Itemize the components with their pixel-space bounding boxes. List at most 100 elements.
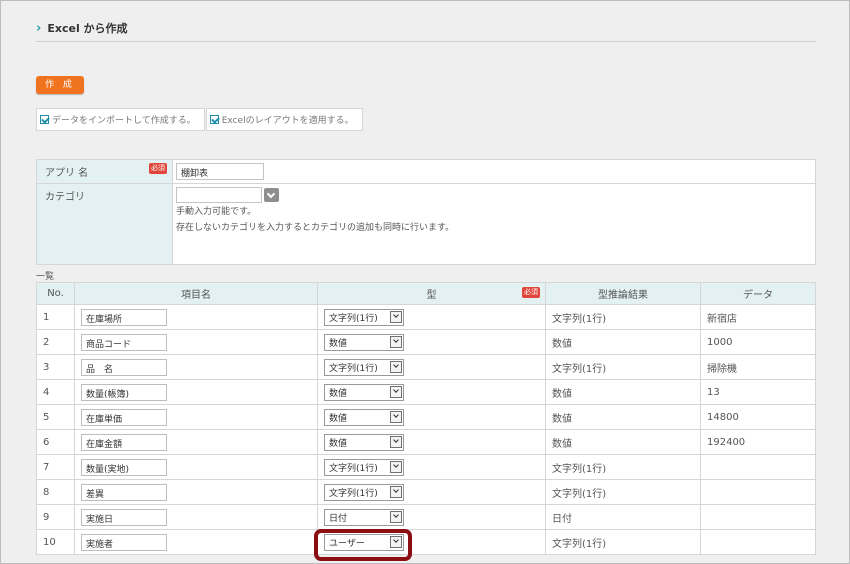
table-row: 4 数量(帳簿) 数値 数値 13 <box>36 379 816 405</box>
type-select[interactable]: 文字列(1行) <box>324 483 404 501</box>
row-type-cell: ユーザー <box>317 529 546 555</box>
row-no: 3 <box>36 354 75 380</box>
item-name-input[interactable]: 在庫場所 <box>81 308 167 326</box>
table-body: 1 在庫場所 文字列(1行) 文字列(1行) 新宿店 2 商品コード 数値 数値 1000 3 品 名… <box>36 304 816 555</box>
type-select[interactable]: 数値 <box>324 433 404 451</box>
table-row: 2 商品コード 数値 数値 1000 <box>36 329 816 355</box>
item-name-input[interactable]: 実施日 <box>81 508 167 526</box>
table-row: 5 在庫単価 数値 数値 14800 <box>36 404 816 430</box>
type-select[interactable]: 文字列(1行) <box>324 308 404 326</box>
row-data: 14800 <box>700 404 816 430</box>
item-name-input[interactable]: 在庫単価 <box>81 408 167 426</box>
chevron-down-icon[interactable] <box>390 311 402 323</box>
table-row: 9 実施日 日付 日付 <box>36 504 816 530</box>
row-name-cell: 実施者 <box>74 529 318 555</box>
row-name-cell: 品 名 <box>74 354 318 380</box>
required-badge: 必須 <box>149 163 167 174</box>
checkbox-checked-icon[interactable] <box>40 115 49 124</box>
app-name-input[interactable]: 棚卸表 <box>176 163 264 180</box>
chevron-down-icon[interactable] <box>264 188 279 202</box>
import-data-option[interactable]: データをインポートして作成する。 <box>36 108 205 131</box>
row-no: 1 <box>36 304 75 330</box>
type-select-value: 数値 <box>329 338 348 349</box>
type-select[interactable]: 日付 <box>324 508 404 526</box>
row-type-cell: 文字列(1行) <box>317 479 546 505</box>
col-inference: 型推論結果 <box>545 282 701 305</box>
chevron-down-icon[interactable] <box>390 461 402 473</box>
table-row: 10 実施者 ユーザー 文字列(1行) <box>36 529 816 555</box>
item-name-input[interactable]: 数量(帳簿) <box>81 383 167 401</box>
app-name-cell: 棚卸表 <box>173 160 815 183</box>
table-row: 3品 名文字列(1行) 文字列(1行) 掃除機 <box>36 354 816 380</box>
chevron-down-icon[interactable] <box>390 436 402 448</box>
type-select-value: 日付 <box>329 513 348 524</box>
row-data <box>700 529 816 555</box>
category-input[interactable] <box>176 187 262 203</box>
type-select[interactable]: 文字列(1行) <box>324 358 404 376</box>
app-settings-form: アプリ 名 必須 棚卸表 カテゴリ 手動入力可能です。 存在しないカテゴリを入力… <box>36 159 816 265</box>
row-name-cell: 実施日 <box>74 504 318 530</box>
item-name-input[interactable]: 在庫金額 <box>81 433 167 451</box>
app-window: › Excel から作成 作 成 データをインポートして作成する。 Excelの… <box>0 0 850 564</box>
chevron-right-icon: › <box>36 20 42 36</box>
checkbox-checked-icon[interactable] <box>209 115 219 124</box>
col-no: No. <box>36 282 75 305</box>
row-no: 10 <box>36 529 75 555</box>
chevron-down-icon[interactable] <box>390 336 402 348</box>
apply-layout-option[interactable]: Excelのレイアウトを適用する。 <box>205 108 363 131</box>
item-name-input[interactable]: 差異 <box>81 483 167 501</box>
row-name-cell: 在庫場所 <box>74 304 318 330</box>
required-badge: 必須 <box>522 287 540 298</box>
category-note-2: 存在しないカテゴリを入力するとカテゴリの追加も同時に行います。 <box>176 223 455 233</box>
row-no: 7 <box>36 454 75 480</box>
row-inferred: 日付 <box>545 504 701 530</box>
item-name-input[interactable]: 商品コード <box>81 333 167 351</box>
chevron-down-icon[interactable] <box>390 386 402 398</box>
row-inferred: 文字列(1行) <box>545 304 701 330</box>
item-name-input[interactable]: 数量(実地) <box>81 458 167 476</box>
row-data: 新宿店 <box>700 304 816 330</box>
chevron-down-icon[interactable] <box>390 536 402 548</box>
type-select[interactable]: 数値 <box>324 408 404 426</box>
chevron-down-icon[interactable] <box>390 411 402 423</box>
divider <box>36 41 816 42</box>
type-select-value: 数値 <box>329 388 348 399</box>
field-table: No. 項目名 型 必須 型推論結果 データ 1 在庫場所 文字列(1行) 文字列(1… <box>36 282 816 555</box>
row-type-cell: 日付 <box>317 504 546 530</box>
row-data <box>700 504 816 530</box>
row-data: 掃除機 <box>700 354 816 380</box>
row-inferred: 文字列(1行) <box>545 529 701 555</box>
row-no: 4 <box>36 379 75 405</box>
col-type-label: 型 <box>426 290 437 301</box>
chevron-down-icon[interactable] <box>390 361 402 373</box>
type-select[interactable]: 数値 <box>324 333 404 351</box>
row-name-cell: 差異 <box>74 479 318 505</box>
row-name-cell: 在庫金額 <box>74 429 318 455</box>
row-inferred: 数値 <box>545 329 701 355</box>
type-select[interactable]: 文字列(1行) <box>324 458 404 476</box>
row-no: 9 <box>36 504 75 530</box>
category-cell: 手動入力可能です。 存在しないカテゴリを入力するとカテゴリの追加も同時に行います… <box>173 184 815 264</box>
row-inferred: 数値 <box>545 379 701 405</box>
table-row: 6 在庫金額 数値 数値 192400 <box>36 429 816 455</box>
chevron-down-icon[interactable] <box>390 511 402 523</box>
row-no: 6 <box>36 429 75 455</box>
app-name-label-text: アプリ 名 <box>45 168 89 179</box>
item-name-input[interactable]: 品 名 <box>81 358 167 376</box>
chevron-down-icon[interactable] <box>390 486 402 498</box>
row-type-cell: 数値 <box>317 429 546 455</box>
type-select[interactable]: 数値 <box>324 383 404 401</box>
type-select[interactable]: ユーザー <box>324 533 404 551</box>
option-checkboxes: データをインポートして作成する。 Excelのレイアウトを適用する。 <box>36 108 363 131</box>
table-row: 1 在庫場所 文字列(1行) 文字列(1行) 新宿店 <box>36 304 816 330</box>
app-name-label: アプリ 名 必須 <box>37 160 173 183</box>
row-name-cell: 在庫単価 <box>74 404 318 430</box>
item-name-input[interactable]: 実施者 <box>81 533 167 551</box>
row-data: 1000 <box>700 329 816 355</box>
row-name-cell: 数量(実地) <box>74 454 318 480</box>
row-no: 5 <box>36 404 75 430</box>
type-select-value: ユーザー <box>329 538 365 549</box>
create-button[interactable]: 作 成 <box>36 76 84 94</box>
col-item-name: 項目名 <box>74 282 318 305</box>
row-type-cell: 数値 <box>317 379 546 405</box>
